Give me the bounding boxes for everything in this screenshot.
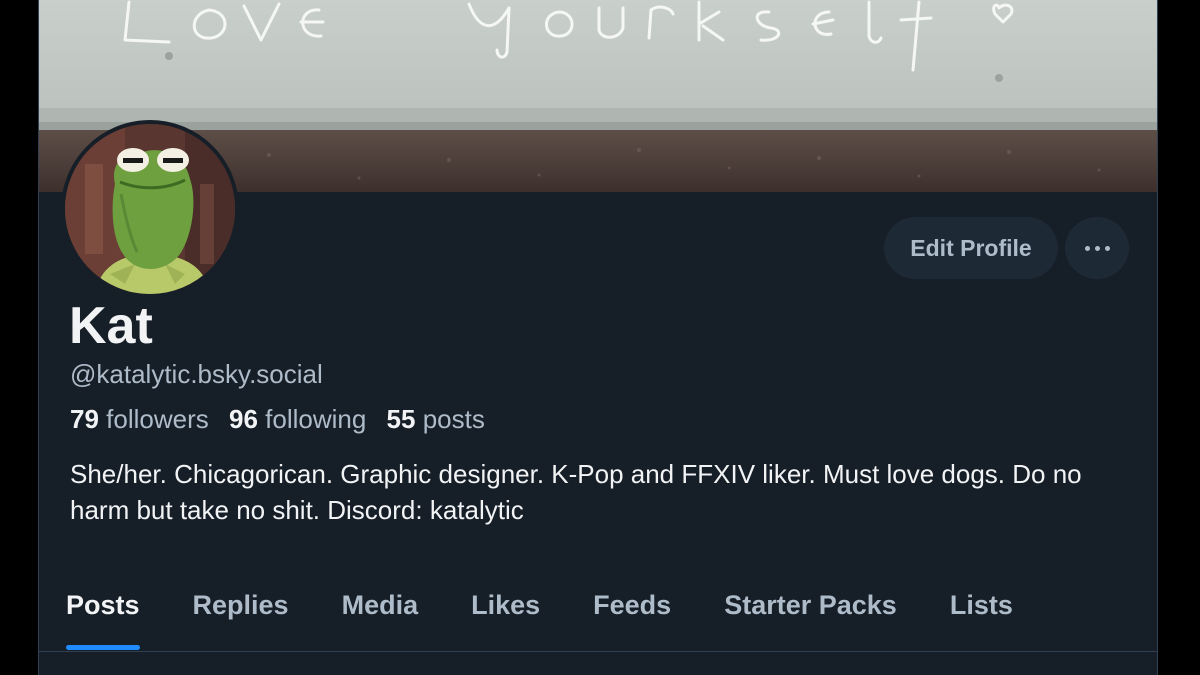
- more-options-button[interactable]: [1065, 217, 1129, 279]
- following-count: 96: [228, 404, 258, 434]
- profile-tabs: Posts Replies Media Likes Feeds Starter …: [39, 570, 1157, 652]
- tab-feeds[interactable]: Feeds: [593, 570, 671, 650]
- frog-puppet-avatar-icon: [65, 124, 235, 294]
- tab-likes[interactable]: Likes: [471, 570, 540, 650]
- posts-stat: 55 posts: [387, 404, 485, 434]
- posts-label: posts: [422, 404, 485, 434]
- tab-label: Posts: [66, 590, 140, 620]
- tab-label: Media: [341, 590, 419, 620]
- followers-link[interactable]: 79 followers: [70, 404, 209, 434]
- avatar[interactable]: [61, 120, 239, 298]
- active-tab-indicator: [66, 645, 140, 650]
- followers-label: followers: [106, 404, 209, 434]
- tab-starter-packs[interactable]: Starter Packs: [724, 570, 897, 650]
- profile-handle: @katalytic.bsky.social: [70, 359, 323, 389]
- tab-lists[interactable]: Lists: [950, 570, 1013, 650]
- tab-replies[interactable]: Replies: [193, 570, 289, 650]
- tab-label: Starter Packs: [724, 590, 897, 620]
- profile-panel: Edit Profile Kat @katalytic.bsky.social …: [38, 0, 1158, 675]
- tab-label: Feeds: [593, 590, 672, 620]
- posts-count: 55: [386, 404, 416, 434]
- followers-count: 79: [70, 404, 99, 434]
- edit-profile-button[interactable]: Edit Profile: [884, 217, 1058, 279]
- tab-label: Replies: [192, 590, 289, 620]
- following-label: following: [265, 404, 367, 434]
- tab-posts[interactable]: Posts: [66, 570, 140, 650]
- profile-stats: 79 followers 96 following 55 posts: [70, 402, 498, 436]
- tab-media[interactable]: Media: [342, 570, 419, 650]
- tab-label: Likes: [471, 590, 541, 620]
- display-name: Kat: [69, 297, 153, 355]
- tab-label: Lists: [949, 590, 1013, 620]
- ellipsis-icon: [1082, 245, 1112, 251]
- profile-bio: She/her. Chicagorican. Graphic designer.…: [70, 459, 1082, 525]
- following-link[interactable]: 96 following: [229, 404, 366, 434]
